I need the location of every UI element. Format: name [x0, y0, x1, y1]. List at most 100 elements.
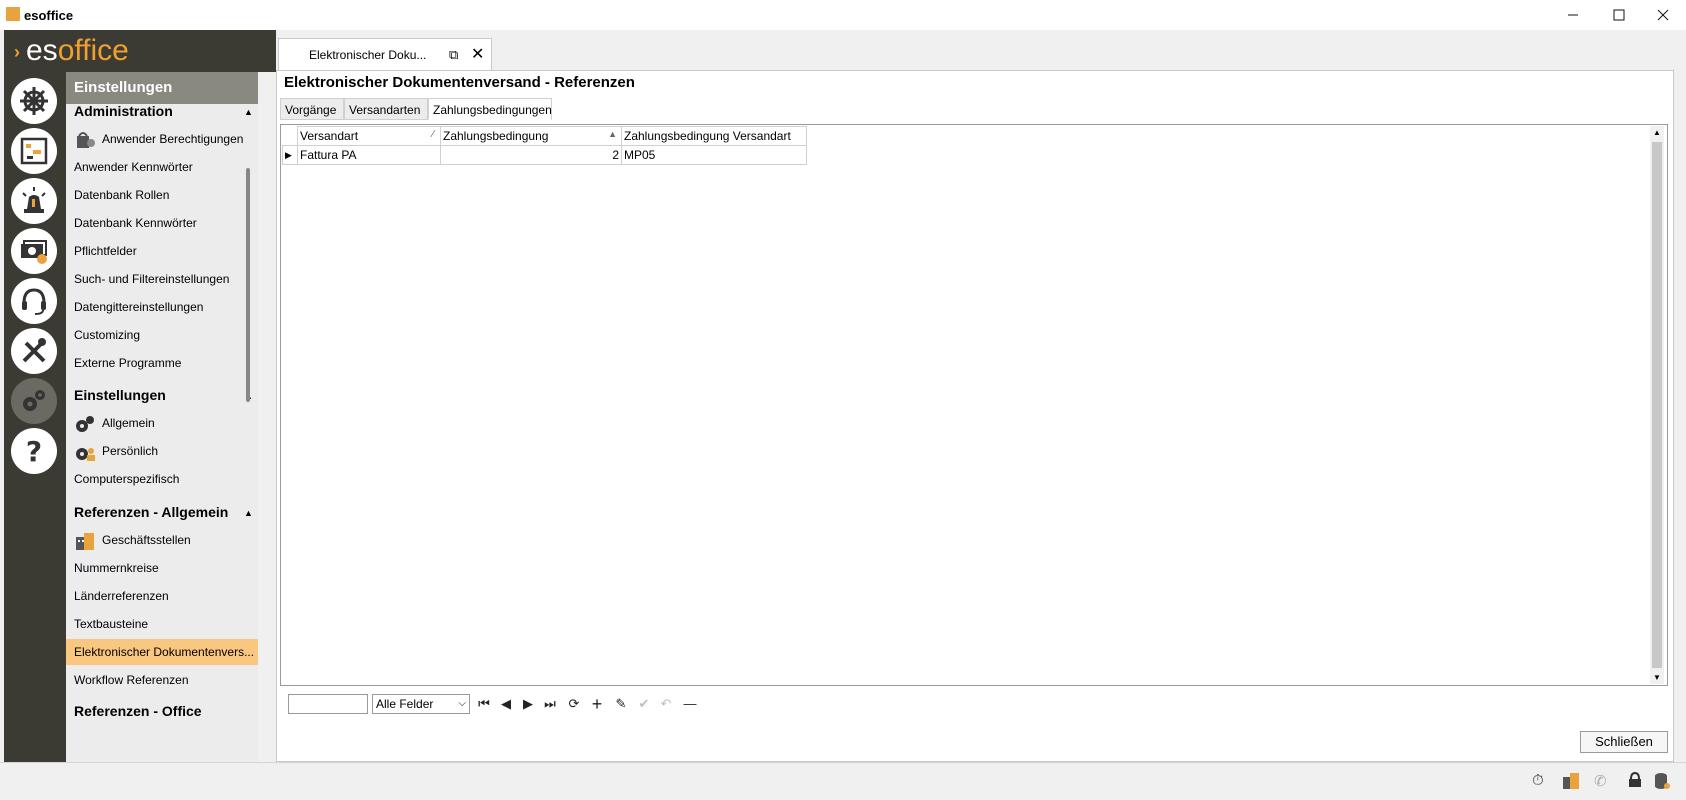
scroll-up-icon[interactable]: ▲: [1653, 128, 1661, 137]
close-window-button[interactable]: [1640, 0, 1686, 30]
calendar-chart-icon: [20, 137, 48, 165]
sidebar-item-customizing[interactable]: Customizing: [74, 322, 250, 348]
sidebar-title: Einstellungen: [66, 72, 258, 104]
sidebar-item-pflichtfelder[interactable]: Pflichtfelder: [74, 238, 250, 264]
sidebar-item-elektronischer-dokumentenversand[interactable]: Elektronischer Dokumentenvers...: [66, 639, 258, 665]
ship-wheel-icon: [20, 87, 48, 115]
section-referenzen-office[interactable]: Referenzen - Office: [74, 703, 202, 719]
close-tab-icon[interactable]: ✕: [471, 44, 484, 64]
scroll-thumb[interactable]: [1652, 142, 1662, 668]
sidebar-item-anwender-berechtigungen[interactable]: Anwender Berechtigungen: [74, 126, 250, 152]
nav-alerts-button[interactable]: [11, 178, 57, 224]
edit-record-button[interactable]: ✎: [611, 694, 631, 714]
money-icon: [21, 240, 47, 264]
close-icon: [1657, 9, 1669, 21]
database-icon[interactable]: [1654, 772, 1670, 794]
cell-versandart[interactable]: Fattura PA: [297, 145, 441, 165]
sort-ascending-icon: ▲: [608, 129, 617, 139]
search-input[interactable]: [288, 694, 368, 714]
settings-sidebar: Einstellungen Administration ▲ Anwender …: [66, 72, 258, 762]
tab-zahlungsbedingungen[interactable]: Zahlungsbedingungen: [428, 98, 552, 120]
app-icon: [6, 7, 20, 21]
nav-finance-button[interactable]: [11, 228, 57, 274]
nav-planning-button[interactable]: [11, 128, 57, 174]
sidebar-item-laenderreferenzen[interactable]: Länderreferenzen: [74, 583, 250, 609]
next-record-button[interactable]: ▶: [518, 694, 538, 714]
document-tab[interactable]: Elektronischer Doku... ⧉ ✕: [278, 38, 492, 70]
sidebar-item-datenbank-rollen[interactable]: Datenbank Rollen: [74, 182, 250, 208]
table-row[interactable]: ▶ Fattura PA 2 MP05: [282, 145, 807, 165]
siren-icon: [22, 187, 46, 213]
sidebar-scrollbar[interactable]: [246, 168, 250, 402]
minimize-icon: [1568, 14, 1578, 16]
column-header-zb-versandart[interactable]: Zahlungsbedingung Versandart: [621, 126, 807, 146]
data-grid-table: Versandart ⁄ Zahlungsbedingung ▲ Zahlungsb…: [282, 126, 807, 165]
chevron-down-icon: ⌵: [458, 698, 466, 709]
window-title: esoffice: [24, 8, 74, 23]
prev-record-button[interactable]: ◀: [496, 694, 516, 714]
maximize-button[interactable]: [1596, 0, 1642, 30]
branch-office-icon[interactable]: [1562, 772, 1580, 794]
undo-button[interactable]: ↶: [656, 694, 676, 714]
section-administration[interactable]: Administration: [74, 103, 173, 119]
lock-icon[interactable]: [1628, 771, 1642, 792]
collapse-arrow-icon[interactable]: ▲: [244, 508, 253, 518]
sidebar-item-datenbank-kennwoerter[interactable]: Datenbank Kennwörter: [74, 210, 250, 236]
popout-icon[interactable]: ⧉: [449, 47, 458, 63]
minimize-button[interactable]: [1550, 0, 1596, 30]
cell-zahlungsbedingung[interactable]: 2: [440, 145, 622, 165]
sidebar-item-workflow-referenzen[interactable]: Workflow Referenzen: [74, 667, 250, 693]
close-button[interactable]: Schließen: [1580, 731, 1668, 753]
sidebar-item-allgemein[interactable]: Allgemein: [74, 410, 250, 436]
sidebar-item-anwender-kennwoerter[interactable]: Anwender Kennwörter: [74, 154, 250, 180]
esoffice-logo: › esoffice: [4, 30, 276, 72]
nav-settings-button[interactable]: [11, 378, 57, 424]
first-record-button[interactable]: ⏮: [474, 694, 494, 714]
gears-icon: [23, 390, 45, 411]
save-record-button[interactable]: ✔: [634, 694, 654, 714]
sidebar-item-textbausteine[interactable]: Textbausteine: [74, 611, 250, 637]
row-indicator-header: [282, 126, 298, 146]
tools-icon: [22, 338, 46, 363]
field-select[interactable]: Alle Felder ⌵: [372, 694, 470, 714]
headset-icon: [22, 288, 46, 315]
nav-dashboard-button[interactable]: [11, 78, 57, 124]
refresh-button[interactable]: ⟳: [564, 694, 584, 714]
gears-icon: [74, 414, 96, 434]
sidebar-item-geschaeftsstellen[interactable]: Geschäftsstellen: [74, 527, 250, 553]
nav-tools-button[interactable]: [11, 328, 57, 374]
nav-help-button[interactable]: ?: [11, 428, 57, 474]
collapse-arrow-icon[interactable]: ▲: [244, 107, 253, 117]
sidebar-item-datengittereinstellungen[interactable]: Datengittereinstellungen: [74, 294, 250, 320]
sidebar-item-computerspezifisch[interactable]: Computerspezifisch: [74, 466, 250, 492]
tab-versandarten[interactable]: Versandarten: [344, 98, 428, 120]
scroll-down-icon[interactable]: ▼: [1653, 673, 1661, 682]
add-record-button[interactable]: +: [587, 694, 607, 714]
logo-prefix: es: [26, 34, 58, 67]
current-row-icon: ▶: [282, 145, 298, 165]
tab-vorgaenge[interactable]: Vorgänge: [280, 98, 344, 120]
maximize-icon: [1613, 9, 1625, 21]
column-header-versandart[interactable]: Versandart ⁄: [297, 126, 441, 146]
logo-suffix: office: [57, 34, 129, 67]
timer-icon[interactable]: ⏱: [1532, 772, 1544, 789]
delete-record-button[interactable]: —: [680, 694, 700, 714]
sidebar-item-such-filtereinstellungen[interactable]: Such- und Filtereinstellungen: [74, 266, 250, 292]
window-titlebar: esoffice: [0, 0, 1686, 30]
section-einstellungen[interactable]: Einstellungen: [74, 387, 166, 403]
building-icon: [74, 531, 96, 551]
sidebar-item-externe-programme[interactable]: Externe Programme: [74, 350, 250, 376]
section-referenzen-allgemein[interactable]: Referenzen - Allgemein: [74, 504, 228, 520]
nav-support-button[interactable]: [11, 278, 57, 324]
logo-chevron-icon: ›: [14, 42, 20, 62]
grid-scrollbar[interactable]: ▲ ▼: [1650, 126, 1664, 684]
cell-zb-versandart[interactable]: MP05: [621, 145, 807, 165]
svg-text:?: ?: [26, 435, 42, 467]
grid-header-row: Versandart ⁄ Zahlungsbedingung ▲ Zahlungsb…: [282, 126, 807, 146]
last-record-button[interactable]: ⏭: [540, 694, 560, 714]
status-bar: [0, 762, 1686, 800]
phone-icon[interactable]: ✆: [1594, 772, 1607, 790]
sidebar-item-nummernkreise[interactable]: Nummernkreise: [74, 555, 250, 581]
sidebar-item-persoenlich[interactable]: Persönlich: [74, 438, 250, 464]
column-header-zahlungsbedingung[interactable]: Zahlungsbedingung ▲: [440, 126, 622, 146]
